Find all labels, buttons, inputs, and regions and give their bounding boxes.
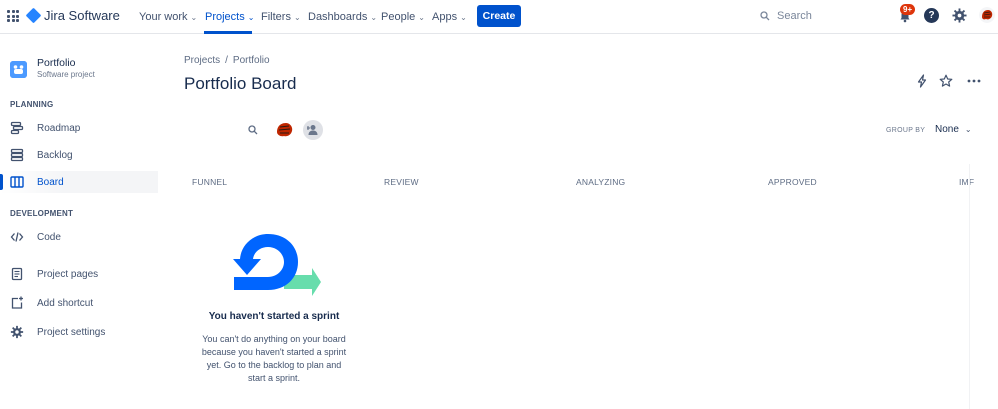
- sidebar-item-label: Project settings: [37, 326, 106, 338]
- notification-count-badge: 9+: [900, 4, 916, 15]
- active-nav-indicator: [204, 31, 252, 34]
- project-sidebar: Portfolio Software project PLANNING Road…: [0, 35, 158, 409]
- star-icon[interactable]: [939, 74, 953, 88]
- jira-logo[interactable]: Jira Software: [25, 7, 120, 24]
- chevron-down-icon: ⌄: [293, 12, 301, 22]
- breadcrumb-projects[interactable]: Projects: [184, 55, 220, 66]
- settings-gear-icon[interactable]: [952, 8, 967, 23]
- search-input[interactable]: Search: [755, 6, 885, 26]
- nav-filters[interactable]: Filters ⌄: [261, 10, 301, 24]
- nav-projects-label: Projects: [205, 11, 245, 23]
- nav-people-label: People: [381, 11, 416, 23]
- chevron-down-icon: ⌄: [247, 12, 255, 22]
- sidebar-item-add-shortcut[interactable]: Add shortcut: [0, 292, 158, 314]
- nav-people[interactable]: People ⌄: [381, 10, 425, 24]
- nav-dashboards[interactable]: Dashboards ⌄: [308, 10, 377, 24]
- column-header-funnel[interactable]: FUNNEL: [192, 177, 227, 187]
- group-by-label: GROUP BY: [886, 127, 926, 134]
- breadcrumb: Projects / Portfolio: [184, 55, 275, 66]
- nav-dashboards-label: Dashboards: [308, 11, 368, 23]
- sidebar-item-project-settings[interactable]: Project settings: [0, 321, 158, 343]
- nav-apps[interactable]: Apps ⌄: [432, 10, 467, 24]
- chevron-down-icon: ⌄: [964, 125, 972, 134]
- column-header-approved[interactable]: APPROVED: [768, 177, 817, 187]
- search-placeholder: Search: [777, 10, 812, 22]
- project-type: Software project: [37, 70, 95, 79]
- sidebar-item-label: Project pages: [37, 268, 99, 280]
- breadcrumb-separator: /: [225, 55, 228, 66]
- column-divider: [969, 164, 970, 409]
- sidebar-item-code[interactable]: Code: [0, 226, 158, 248]
- backlog-icon: [10, 148, 24, 162]
- sidebar-item-project-pages[interactable]: Project pages: [0, 263, 158, 285]
- user-avatar[interactable]: [979, 7, 995, 23]
- group-by-value: None: [935, 124, 959, 135]
- empty-state-description: You can't do anything on your board beca…: [201, 334, 347, 383]
- group-by-select[interactable]: None ⌄: [935, 124, 972, 135]
- development-section-title: DEVELOPMENT: [10, 209, 74, 218]
- create-button[interactable]: Create: [477, 5, 521, 27]
- sidebar-item-label: Code: [37, 231, 61, 243]
- column-header-truncated[interactable]: IMF: [959, 177, 974, 187]
- nav-apps-label: Apps: [432, 11, 458, 23]
- nav-your-work-label: Your work: [139, 11, 188, 23]
- gear-icon: [10, 325, 24, 339]
- sidebar-item-roadmap[interactable]: Roadmap: [0, 117, 158, 139]
- chevron-down-icon: ⌄: [190, 12, 198, 22]
- board-icon: [10, 176, 24, 188]
- app-name: Jira Software: [44, 8, 120, 23]
- breadcrumb-portfolio[interactable]: Portfolio: [233, 55, 270, 66]
- more-actions-icon[interactable]: [967, 74, 981, 88]
- board-search-input[interactable]: [184, 118, 264, 142]
- sidebar-item-label: Add shortcut: [37, 297, 94, 309]
- page-icon: [11, 267, 23, 281]
- sidebar-item-label: Board: [37, 176, 64, 188]
- column-header-analyzing[interactable]: ANALYZING: [576, 177, 625, 187]
- app-switcher-icon[interactable]: [7, 10, 19, 22]
- nav-your-work[interactable]: Your work ⌄: [139, 10, 197, 24]
- nav-filters-label: Filters: [261, 11, 291, 23]
- add-person-icon: [307, 125, 318, 135]
- top-navigation-bar: Jira Software Your work ⌄ Projects ⌄ Filte…: [0, 0, 998, 34]
- search-icon: [760, 11, 770, 21]
- add-shortcut-icon: [11, 296, 23, 309]
- chevron-down-icon: ⌄: [460, 12, 467, 22]
- help-icon[interactable]: ?: [924, 8, 939, 23]
- sidebar-item-board[interactable]: Board: [0, 171, 158, 193]
- chevron-down-icon: ⌄: [370, 12, 378, 22]
- column-header-review[interactable]: REVIEW: [384, 177, 419, 187]
- page-title: Portfolio Board: [184, 74, 297, 93]
- empty-state-title: You haven't started a sprint: [208, 311, 340, 322]
- sidebar-item-label: Roadmap: [37, 122, 81, 134]
- planning-section-title: PLANNING: [10, 100, 54, 109]
- nav-projects[interactable]: Projects ⌄: [205, 10, 254, 24]
- add-people-button[interactable]: [303, 120, 323, 140]
- project-avatar-icon: [10, 61, 27, 78]
- project-name[interactable]: Portfolio: [37, 57, 76, 69]
- lightning-icon[interactable]: [915, 74, 929, 88]
- roadmap-icon: [10, 121, 24, 135]
- sprint-cycle-illustration: [233, 234, 321, 296]
- sidebar-item-backlog[interactable]: Backlog: [0, 144, 158, 166]
- user-avatar-filter[interactable]: [275, 120, 295, 140]
- jira-diamond-icon: [25, 7, 42, 24]
- chevron-down-icon: ⌄: [418, 12, 425, 22]
- search-icon: [248, 125, 258, 135]
- sidebar-item-label: Backlog: [37, 149, 73, 161]
- code-icon: [10, 232, 24, 242]
